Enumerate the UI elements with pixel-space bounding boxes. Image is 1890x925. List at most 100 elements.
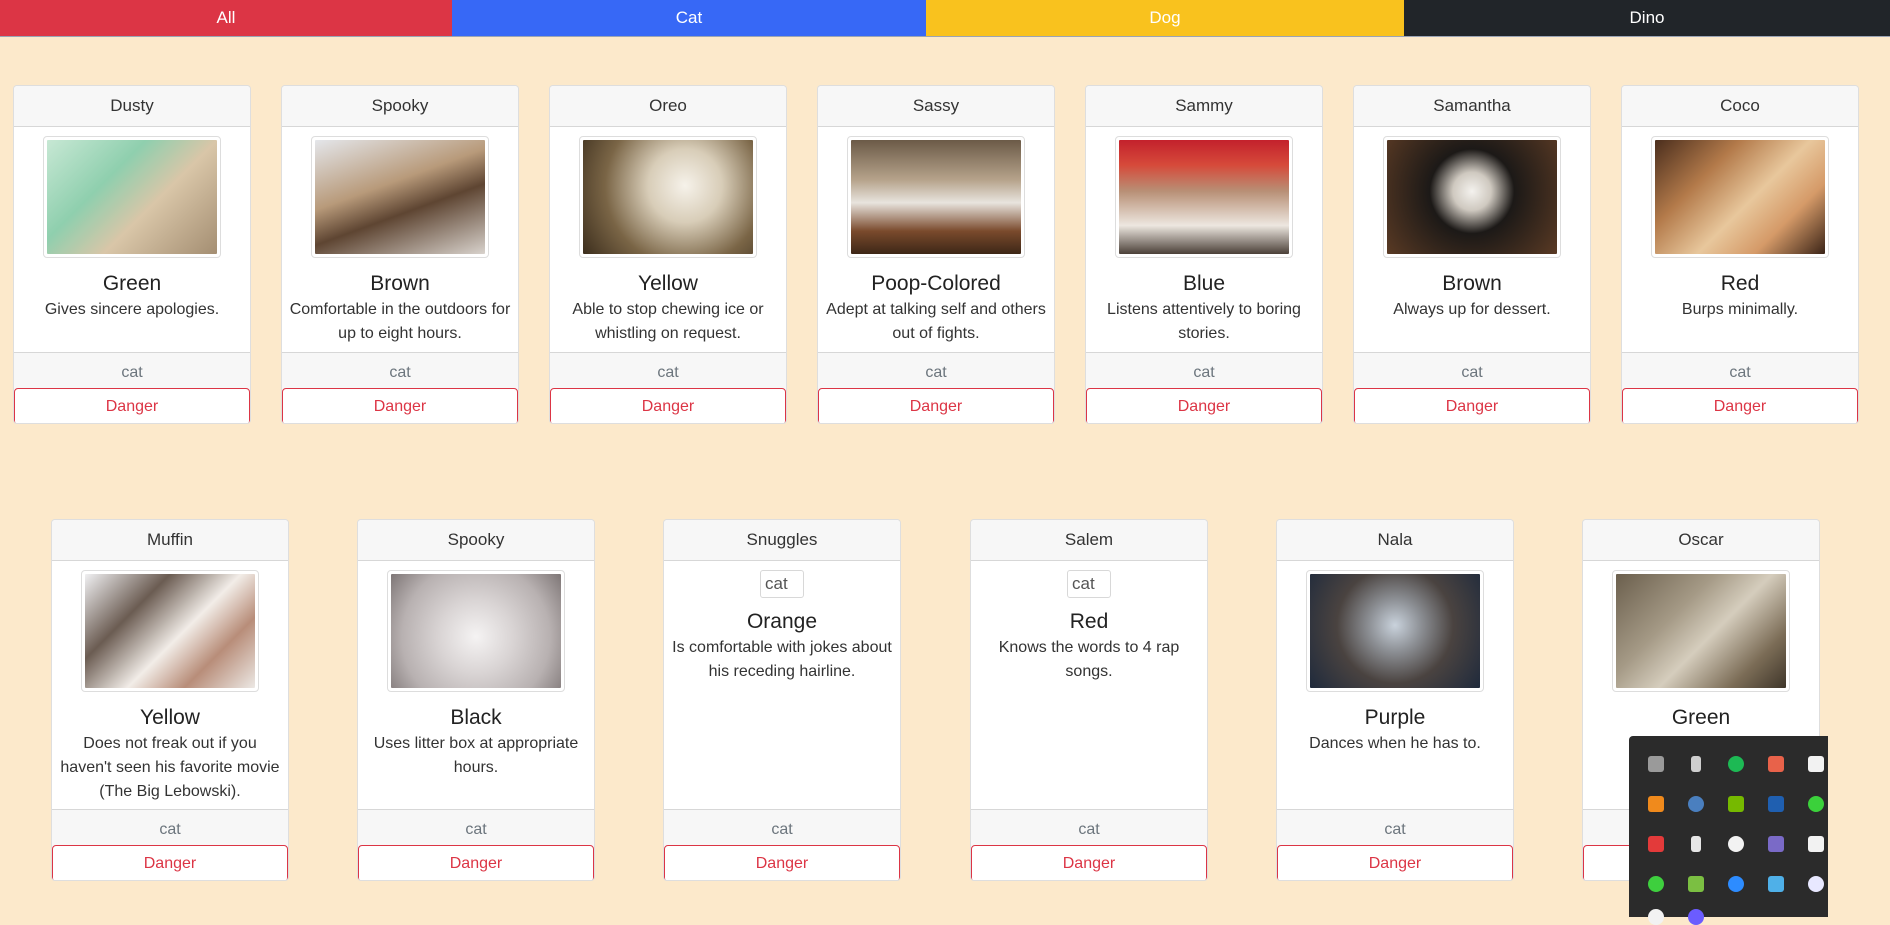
pet-card: Muffin Yellow Does not freak out if you … bbox=[51, 519, 289, 881]
pet-type: cat bbox=[282, 352, 518, 392]
pet-color: Blue bbox=[1182, 272, 1226, 295]
danger-button[interactable]: Danger bbox=[971, 845, 1207, 880]
tab-dog[interactable]: Dog bbox=[926, 0, 1404, 37]
chat-app-icon[interactable] bbox=[1808, 796, 1824, 812]
danger-button[interactable]: Danger bbox=[52, 845, 288, 880]
steam-icon[interactable] bbox=[1688, 796, 1704, 812]
pet-card: Coco Red Burps minimally. cat Danger bbox=[1621, 85, 1859, 424]
pet-type: cat bbox=[52, 809, 288, 849]
pet-color: Red bbox=[1720, 272, 1760, 295]
quote-app-icon[interactable] bbox=[1808, 836, 1824, 852]
pet-type: cat bbox=[550, 352, 786, 392]
pet-color: Green bbox=[1671, 706, 1731, 729]
pet-description: Does not freak out if you haven't seen h… bbox=[60, 735, 280, 800]
pet-photo bbox=[1612, 570, 1790, 692]
pet-color: Brown bbox=[370, 272, 430, 295]
pet-description: Adept at talking self and others out of … bbox=[826, 301, 1046, 342]
pet-type: cat bbox=[664, 809, 900, 849]
pet-type: cat bbox=[14, 352, 250, 392]
app-orange-icon[interactable] bbox=[1648, 796, 1664, 812]
tab-cat[interactable]: Cat bbox=[452, 0, 926, 37]
pet-description: Gives sincere apologies. bbox=[44, 301, 220, 318]
microphone-icon[interactable] bbox=[1691, 836, 1701, 852]
spotify-icon[interactable] bbox=[1728, 756, 1744, 772]
pet-color: Green bbox=[102, 272, 162, 295]
pet-color: Yellow bbox=[638, 272, 698, 295]
pet-description: Listens attentively to boring stories. bbox=[1107, 301, 1301, 342]
pet-photo bbox=[847, 136, 1025, 258]
xbox-icon[interactable] bbox=[1648, 909, 1664, 925]
pet-color: Poop-Colored bbox=[871, 272, 1001, 295]
pet-name: Spooky bbox=[282, 86, 518, 127]
purple-app-icon[interactable] bbox=[1688, 909, 1704, 925]
pet-card: Sassy Poop-Colored Adept at talking self… bbox=[817, 85, 1055, 424]
broken-image-icon: cat bbox=[1067, 570, 1111, 598]
pet-card: Sammy Blue Listens attentively to boring… bbox=[1085, 85, 1323, 424]
pet-color: Black bbox=[450, 706, 502, 729]
pet-photo bbox=[1383, 136, 1561, 258]
network-icon[interactable] bbox=[1768, 756, 1784, 772]
pet-name: Nala bbox=[1277, 520, 1513, 561]
discord-icon[interactable] bbox=[1808, 876, 1824, 892]
pet-name: Sassy bbox=[818, 86, 1054, 127]
pet-description: Able to stop chewing ice or whistling on… bbox=[572, 301, 764, 342]
danger-button[interactable]: Danger bbox=[664, 845, 900, 880]
danger-button[interactable]: Danger bbox=[818, 388, 1054, 423]
gamepad-app-icon[interactable] bbox=[1728, 836, 1744, 852]
category-nav: All Cat Dog Dino bbox=[0, 0, 1890, 37]
usb-drive-icon[interactable] bbox=[1691, 756, 1701, 772]
pet-description: Burps minimally. bbox=[1681, 301, 1799, 318]
pet-color: Brown bbox=[1442, 272, 1502, 295]
pet-description: Uses litter box at appropriate hours. bbox=[373, 735, 579, 776]
pet-photo bbox=[387, 570, 565, 692]
pet-type: cat bbox=[358, 809, 594, 849]
bluetooth-icon[interactable] bbox=[1768, 796, 1784, 812]
pet-type: cat bbox=[971, 809, 1207, 849]
danger-button[interactable]: Danger bbox=[358, 845, 594, 880]
pet-card: Dusty Green Gives sincere apologies. cat… bbox=[13, 85, 251, 424]
danger-button[interactable]: Danger bbox=[1622, 388, 1858, 423]
pet-name: Oscar bbox=[1583, 520, 1819, 561]
pet-description: Comfortable in the outdoors for up to ei… bbox=[289, 301, 511, 342]
keyboard-icon[interactable] bbox=[1768, 836, 1784, 852]
danger-button[interactable]: Danger bbox=[14, 388, 250, 423]
tab-dino[interactable]: Dino bbox=[1404, 0, 1890, 37]
security-shield-icon[interactable] bbox=[1648, 836, 1664, 852]
tab-all[interactable]: All bbox=[0, 0, 452, 37]
pet-name: Coco bbox=[1622, 86, 1858, 127]
danger-button[interactable]: Danger bbox=[1354, 388, 1590, 423]
danger-button[interactable]: Danger bbox=[550, 388, 786, 423]
pet-photo bbox=[1651, 136, 1829, 258]
pet-card: Oreo Yellow Able to stop chewing ice or … bbox=[549, 85, 787, 424]
pet-name: Sammy bbox=[1086, 86, 1322, 127]
pet-description: Dances when he has to. bbox=[1309, 735, 1481, 752]
pet-color: Orange bbox=[746, 610, 818, 633]
green-app-icon[interactable] bbox=[1648, 876, 1664, 892]
pet-type: cat bbox=[818, 352, 1054, 392]
pet-description: Always up for dessert. bbox=[1393, 301, 1551, 318]
pet-card: Spooky Black Uses litter box at appropri… bbox=[357, 519, 595, 881]
zoom-icon[interactable] bbox=[1728, 876, 1744, 892]
pet-name: Oreo bbox=[550, 86, 786, 127]
cloud-sync-icon[interactable] bbox=[1648, 756, 1664, 772]
pet-type: cat bbox=[1622, 352, 1858, 392]
pet-name: Salem bbox=[971, 520, 1207, 561]
system-tray-overflow bbox=[1629, 736, 1828, 925]
pet-name: Samantha bbox=[1354, 86, 1590, 127]
nvidia-icon[interactable] bbox=[1728, 796, 1744, 812]
settings-app-icon[interactable] bbox=[1768, 876, 1784, 892]
minecraft-icon[interactable] bbox=[1688, 876, 1704, 892]
pet-card: Samantha Brown Always up for dessert. ca… bbox=[1353, 85, 1591, 424]
pet-name: Dusty bbox=[14, 86, 250, 127]
danger-button[interactable]: Danger bbox=[1086, 388, 1322, 423]
pet-card: Snuggles cat Orange Is comfortable with … bbox=[663, 519, 901, 881]
pet-name: Spooky bbox=[358, 520, 594, 561]
pet-photo bbox=[579, 136, 757, 258]
danger-button[interactable]: Danger bbox=[1277, 845, 1513, 880]
danger-button[interactable]: Danger bbox=[282, 388, 518, 423]
pet-type: cat bbox=[1086, 352, 1322, 392]
pet-card: Spooky Brown Comfortable in the outdoors… bbox=[281, 85, 519, 424]
pet-photo bbox=[81, 570, 259, 692]
broken-image-icon: cat bbox=[760, 570, 804, 598]
display-icon[interactable] bbox=[1808, 756, 1824, 772]
